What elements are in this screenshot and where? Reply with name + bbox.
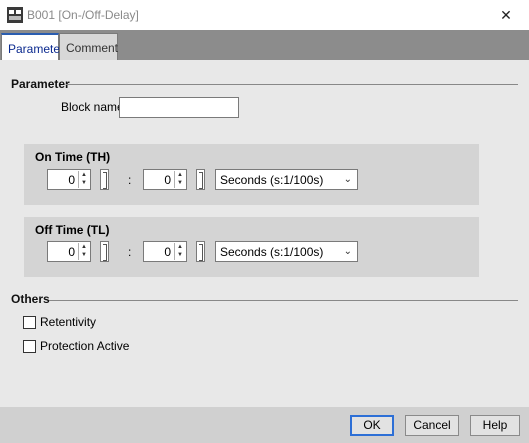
on-time-group: On Time (TH) 0 ▲ ▼ : 0 ▲ ▼ Seconds (s:1/…: [24, 144, 479, 205]
off-time-value1-spinner[interactable]: 0 ▲ ▼: [47, 241, 91, 262]
on-time-bracket2-icon: [196, 169, 205, 190]
off-time-value2-spinner[interactable]: 0 ▲ ▼: [143, 241, 187, 262]
button-bar: OK Cancel Help: [0, 407, 529, 443]
on-time-value1: 0: [68, 173, 75, 187]
parameter-panel: Parameter Block name: On Time (TH) 0 ▲ ▼…: [0, 60, 529, 407]
off-time-title: Off Time (TL): [35, 223, 110, 237]
block-name-label: Block name:: [61, 100, 128, 114]
spin-up-icon[interactable]: ▲: [175, 171, 185, 179]
window-title: B001 [On-/Off-Delay]: [27, 8, 139, 22]
tab-strip: Parameter Comment: [0, 30, 529, 60]
spin-arrows[interactable]: ▲ ▼: [174, 243, 185, 260]
off-time-bracket-icon: [100, 241, 109, 262]
on-time-value2: 0: [164, 173, 171, 187]
parameter-section-label: Parameter: [11, 77, 70, 91]
tab-parameter[interactable]: Parameter: [1, 33, 64, 60]
cancel-button[interactable]: Cancel: [405, 415, 459, 436]
retentivity-checkbox[interactable]: [23, 316, 36, 329]
chevron-down-icon: ⌄: [343, 174, 352, 185]
help-button[interactable]: Help: [470, 415, 520, 436]
off-time-unit-value: Seconds (s:1/100s): [220, 245, 324, 259]
spin-up-icon[interactable]: ▲: [79, 243, 89, 251]
spin-down-icon[interactable]: ▼: [79, 251, 89, 259]
app-icon: [7, 7, 23, 23]
spin-arrows[interactable]: ▲ ▼: [78, 171, 89, 188]
protection-active-label[interactable]: Protection Active: [40, 339, 129, 353]
spin-down-icon[interactable]: ▼: [175, 251, 185, 259]
section-divider: [66, 84, 518, 85]
close-icon: ✕: [500, 6, 512, 23]
spin-up-icon[interactable]: ▲: [175, 243, 185, 251]
off-time-bracket2-icon: [196, 241, 205, 262]
protection-active-checkbox[interactable]: [23, 340, 36, 353]
on-time-colon: :: [128, 173, 132, 187]
on-time-bracket-icon: [100, 169, 109, 190]
on-time-unit-value: Seconds (s:1/100s): [220, 173, 324, 187]
ok-button[interactable]: OK: [350, 415, 394, 436]
others-section-label: Others: [11, 292, 50, 306]
section-divider: [49, 300, 518, 301]
on-time-title: On Time (TH): [35, 150, 111, 164]
on-time-value1-spinner[interactable]: 0 ▲ ▼: [47, 169, 91, 190]
tab-comment[interactable]: Comment: [59, 33, 118, 60]
block-name-input[interactable]: [119, 97, 239, 118]
on-time-value2-spinner[interactable]: 0 ▲ ▼: [143, 169, 187, 190]
spin-arrows[interactable]: ▲ ▼: [174, 171, 185, 188]
spin-up-icon[interactable]: ▲: [79, 171, 89, 179]
spin-arrows[interactable]: ▲ ▼: [78, 243, 89, 260]
on-time-unit-select[interactable]: Seconds (s:1/100s) ⌄: [215, 169, 358, 190]
spin-down-icon[interactable]: ▼: [175, 179, 185, 187]
off-time-value1: 0: [68, 245, 75, 259]
spin-down-icon[interactable]: ▼: [79, 179, 89, 187]
retentivity-label[interactable]: Retentivity: [40, 315, 96, 329]
off-time-group: Off Time (TL) 0 ▲ ▼ : 0 ▲ ▼ Seconds (s:1…: [24, 217, 479, 277]
close-button[interactable]: ✕: [483, 0, 529, 30]
chevron-down-icon: ⌄: [343, 246, 352, 257]
off-time-colon: :: [128, 245, 132, 259]
title-bar: B001 [On-/Off-Delay] ✕: [0, 0, 529, 30]
off-time-unit-select[interactable]: Seconds (s:1/100s) ⌄: [215, 241, 358, 262]
off-time-value2: 0: [164, 245, 171, 259]
